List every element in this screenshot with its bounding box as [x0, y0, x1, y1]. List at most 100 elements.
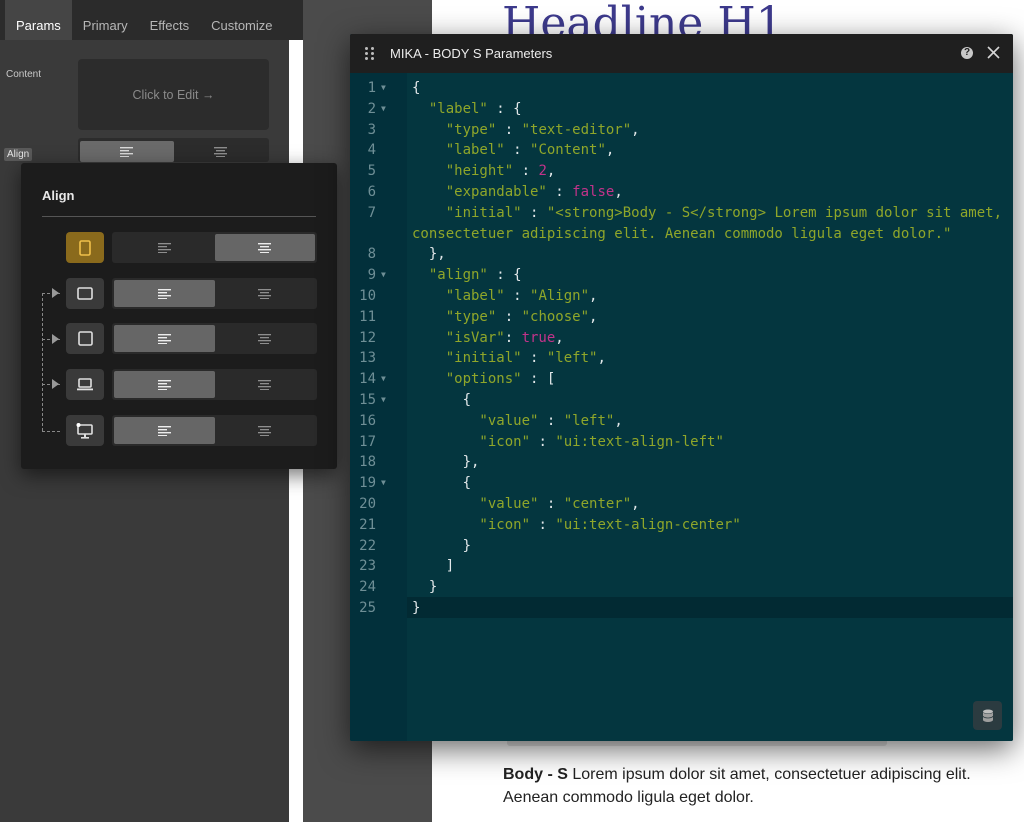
code-token: : {	[487, 267, 522, 284]
page-body-text[interactable]: Body - S Lorem ipsum dolor sit amet, con…	[503, 763, 1003, 809]
code-token: ,	[555, 329, 564, 346]
code-token: "label"	[412, 100, 488, 117]
close-icon[interactable]	[987, 46, 1000, 59]
device-square-button[interactable]	[66, 323, 104, 354]
sidebar-align-left-option[interactable]	[80, 141, 174, 162]
tab-primary[interactable]: Primary	[72, 0, 139, 40]
code-line[interactable]: 22 }	[350, 536, 1013, 557]
code-line[interactable]: 18 },	[350, 452, 1013, 473]
fold-arrow-icon[interactable]: ▼	[381, 369, 386, 390]
code-line[interactable]: 23 ]	[350, 556, 1013, 577]
line-number: 14	[359, 371, 376, 388]
sidebar-align-center-option[interactable]	[174, 141, 268, 162]
device-tablet-portrait-button[interactable]	[66, 232, 104, 263]
code-text: "expandable" : false,	[412, 182, 623, 203]
code-token: "align"	[412, 267, 488, 284]
code-line[interactable]: 3 "type" : "text-editor",	[350, 120, 1013, 141]
code-line[interactable]: 19 ▼ {	[350, 473, 1013, 494]
code-text: "icon" : "ui:text-align-center"	[412, 515, 740, 536]
code-token: "<strong>Body - S</strong> Lorem ipsum d…	[546, 204, 1003, 221]
code-line[interactable]: 21 "icon" : "ui:text-align-center"	[350, 515, 1013, 536]
code-line[interactable]: 7 "initial" : "<strong>Body - S</strong>…	[350, 203, 1013, 224]
code-token: ]	[412, 558, 455, 575]
line-number: 20	[359, 495, 376, 512]
code-token: : {	[487, 100, 522, 117]
code-token: }	[412, 537, 472, 554]
code-line[interactable]: 12 "isVar": true,	[350, 328, 1013, 349]
code-token: "type"	[412, 121, 497, 138]
fold-arrow-icon[interactable]: ▼	[381, 390, 386, 411]
code-token: "initial"	[412, 350, 522, 367]
code-line[interactable]: 2 ▼ "label" : {	[350, 99, 1013, 120]
code-line[interactable]: 1 ▼ {	[350, 78, 1013, 99]
code-token: :	[504, 329, 522, 346]
align-center-option[interactable]	[215, 417, 316, 444]
tab-effects[interactable]: Effects	[139, 0, 201, 40]
code-line[interactable]: consectetuer adipiscing elit. Aenean com…	[350, 224, 1013, 245]
code-line[interactable]: 16 "value" : "left",	[350, 411, 1013, 432]
fold-arrow-icon[interactable]: ▼	[381, 473, 386, 494]
code-line[interactable]: 14 ▼ "options" : [	[350, 369, 1013, 390]
align-center-option[interactable]	[215, 325, 316, 352]
align-left-option[interactable]	[114, 325, 215, 352]
database-button[interactable]	[973, 701, 1002, 730]
align-left-option[interactable]	[114, 280, 215, 307]
inheritance-tree-line	[42, 293, 60, 431]
code-line[interactable]: 20 "value" : "center",	[350, 494, 1013, 515]
code-text: "type" : "text-editor",	[412, 120, 640, 141]
code-line[interactable]: 24 }	[350, 577, 1013, 598]
popover-divider	[42, 216, 316, 217]
code-line[interactable]: 8 },	[350, 244, 1013, 265]
code-line[interactable]: 25}	[350, 598, 1013, 619]
code-token: ,	[614, 183, 623, 200]
drag-handle-icon[interactable]	[365, 47, 374, 60]
code-text: },	[412, 452, 480, 473]
code-token: "isVar"	[412, 329, 505, 346]
content-label: Content	[6, 69, 42, 80]
code-content[interactable]: 1 ▼{2 ▼ "label" : {3 "type" : "text-editor…	[350, 78, 1013, 619]
help-icon[interactable]: ?	[961, 47, 973, 59]
code-line[interactable]: 4 "label" : "Content",	[350, 140, 1013, 161]
align-left-option[interactable]	[114, 371, 215, 398]
align-center-option[interactable]	[215, 371, 316, 398]
code-line[interactable]: 6 "expandable" : false,	[350, 182, 1013, 203]
tab-params[interactable]: Params	[5, 0, 72, 40]
code-text: "icon" : "ui:text-align-left"	[412, 432, 723, 453]
text-align-left-icon	[120, 146, 134, 157]
line-number: 7	[367, 204, 376, 221]
code-token: }	[412, 599, 421, 616]
click-to-edit-button[interactable]: Click to Edit →	[78, 59, 269, 130]
align-center-option[interactable]	[215, 280, 316, 307]
code-line[interactable]: 9 ▼ "align" : {	[350, 265, 1013, 286]
modal-header[interactable]: MIKA - BODY S Parameters ?	[350, 34, 1013, 73]
code-token: },	[412, 454, 480, 471]
code-token: :	[521, 204, 547, 221]
code-line[interactable]: 17 "icon" : "ui:text-align-left"	[350, 432, 1013, 453]
line-number: 2	[367, 100, 376, 117]
device-tablet-landscape-button[interactable]	[66, 278, 104, 309]
code-line[interactable]: 5 "height" : 2,	[350, 161, 1013, 182]
fold-arrow-icon[interactable]: ▼	[381, 265, 386, 286]
align-left-option[interactable]	[114, 417, 215, 444]
code-token: false	[572, 183, 615, 200]
device-laptop-button[interactable]	[66, 369, 104, 400]
code-text: {	[412, 78, 420, 99]
fold-arrow-icon[interactable]: ▼	[381, 78, 386, 99]
text-align-left-icon	[157, 288, 171, 299]
code-token: :	[504, 287, 531, 304]
fold-arrow-icon[interactable]: ▼	[381, 99, 386, 120]
code-token: ,	[597, 350, 606, 367]
align-center-option[interactable]	[214, 234, 315, 261]
tab-customize[interactable]: Customize	[200, 0, 283, 40]
code-line[interactable]: 11 "type" : "choose",	[350, 307, 1013, 328]
code-token: :	[496, 121, 522, 138]
code-line[interactable]: 13 "initial" : "left",	[350, 348, 1013, 369]
line-number: 11	[359, 308, 376, 325]
code-line[interactable]: 15 ▼ {	[350, 390, 1013, 411]
device-desktop-button[interactable]	[66, 415, 104, 446]
code-token: ,	[614, 412, 623, 429]
line-number: 12	[359, 329, 376, 346]
align-left-option[interactable]	[114, 234, 215, 261]
code-line[interactable]: 10 "label" : "Align",	[350, 286, 1013, 307]
code-token: "value"	[412, 412, 539, 429]
